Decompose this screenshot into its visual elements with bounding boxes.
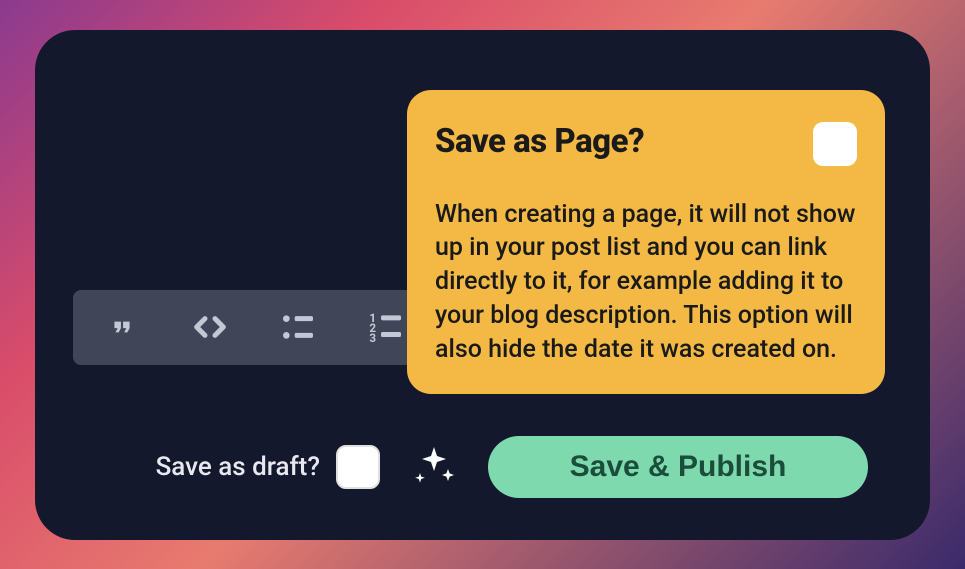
bottom-bar: Save as draft? Save & Publish — [35, 436, 930, 498]
quote-icon[interactable] — [98, 303, 146, 351]
bullet-list-icon[interactable] — [274, 303, 322, 351]
editor-modal: 1 2 3 Save as Page? When creating a page… — [35, 30, 930, 540]
svg-text:3: 3 — [369, 331, 376, 345]
numbered-list-icon[interactable]: 1 2 3 — [362, 303, 410, 351]
draft-label: Save as draft? — [156, 452, 320, 482]
save-as-page-checkbox[interactable] — [813, 122, 857, 166]
tooltip-header: Save as Page? — [435, 122, 857, 166]
save-as-draft-checkbox[interactable] — [336, 445, 380, 489]
formatting-toolbar: 1 2 3 — [73, 290, 443, 365]
code-icon[interactable] — [186, 303, 234, 351]
save-as-page-tooltip: Save as Page? When creating a page, it w… — [407, 90, 885, 395]
save-publish-button[interactable]: Save & Publish — [488, 436, 868, 498]
tooltip-body: When creating a page, it will not show u… — [435, 198, 857, 367]
tooltip-title: Save as Page? — [435, 122, 644, 161]
draft-section: Save as draft? — [156, 445, 380, 489]
sparkle-icon[interactable] — [410, 443, 458, 491]
